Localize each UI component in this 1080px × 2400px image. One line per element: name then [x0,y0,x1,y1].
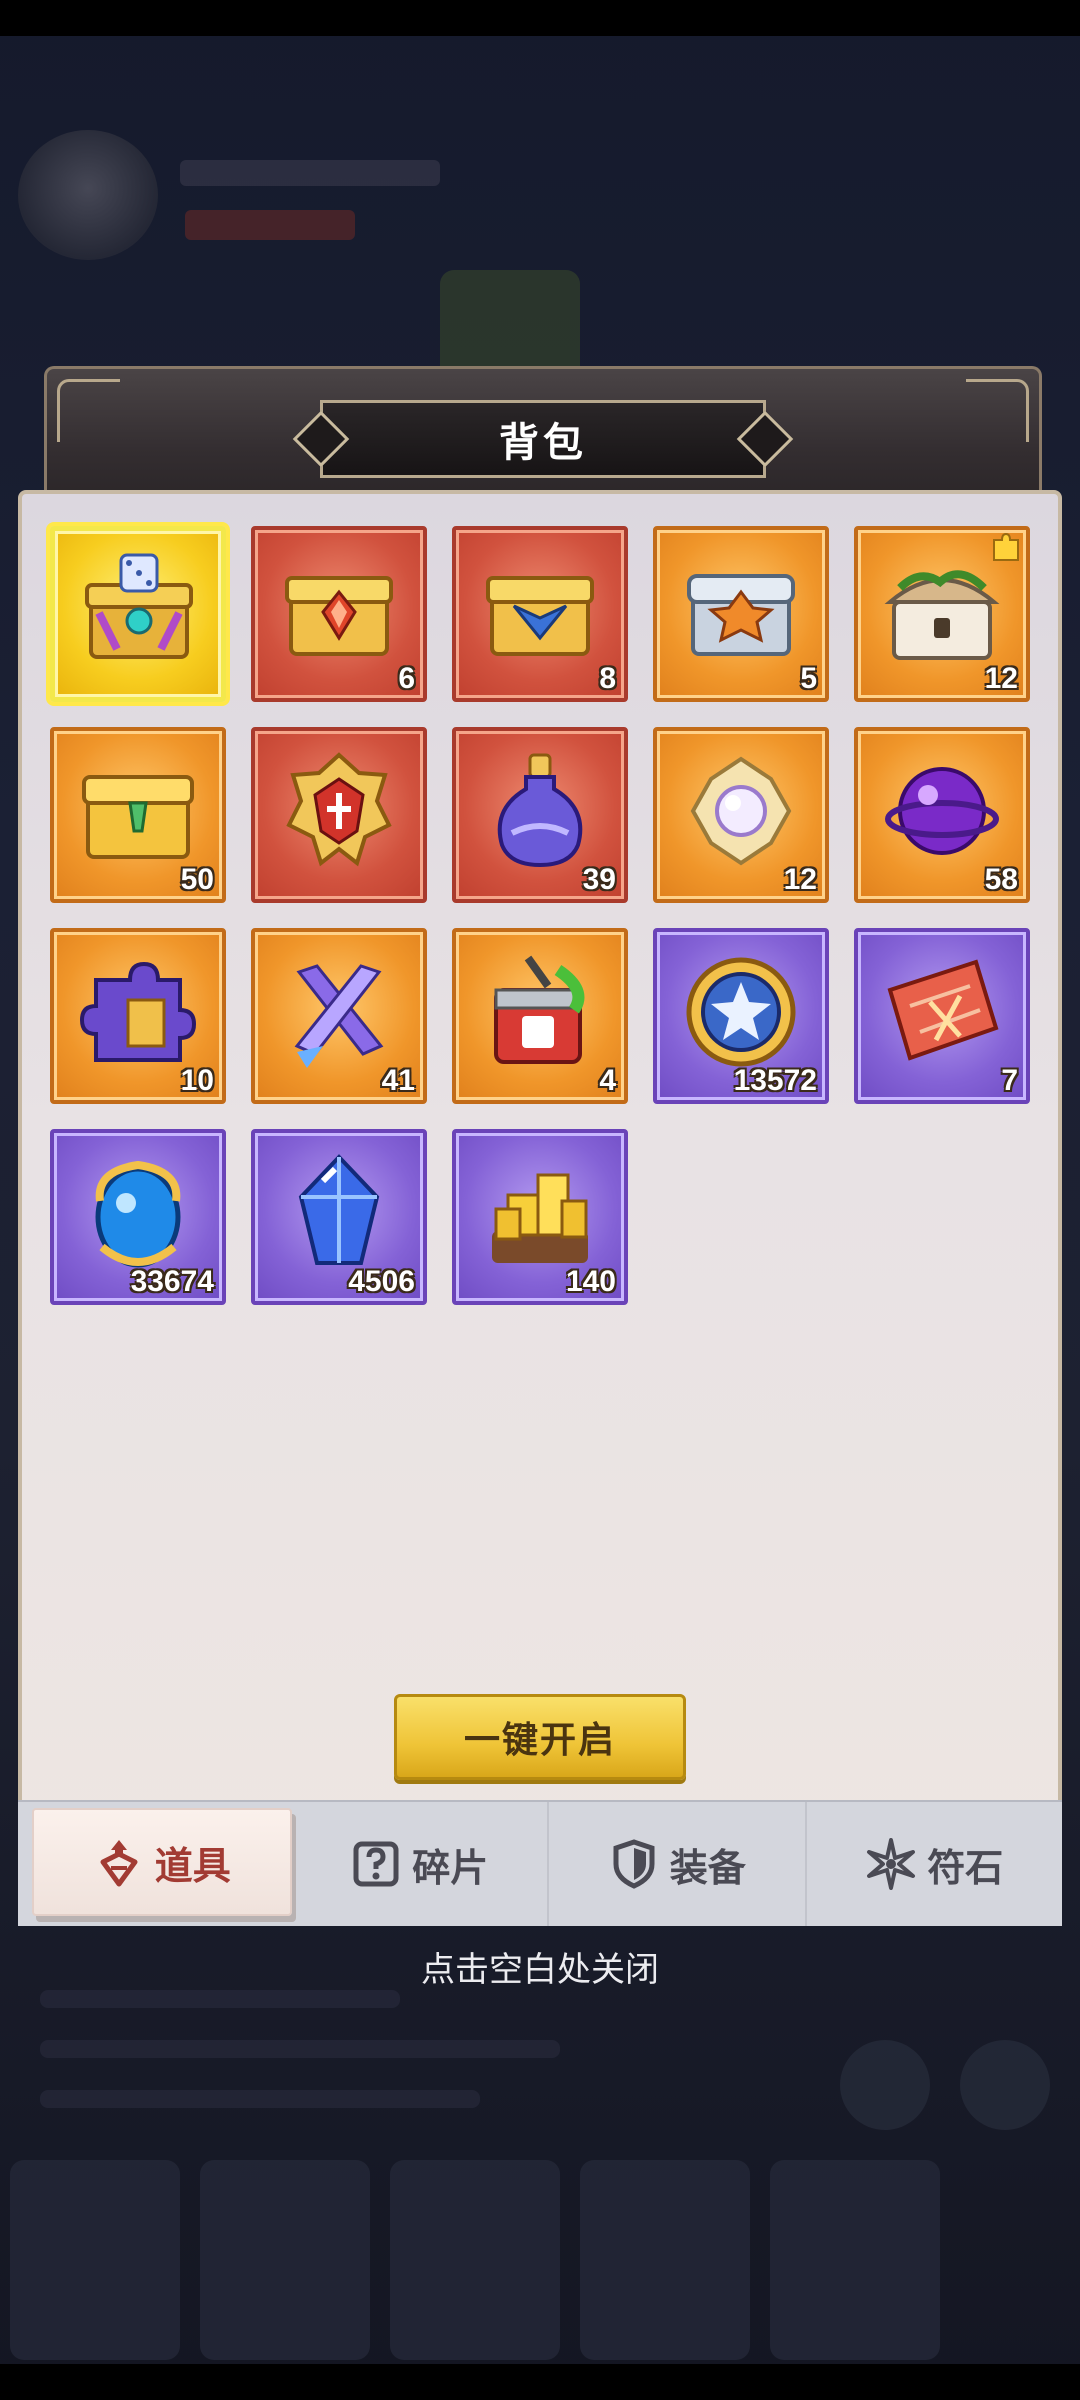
gold-bars-icon [492,1173,588,1263]
inventory-slot[interactable]: 12 [854,526,1030,702]
item-count: 39 [582,863,616,896]
inventory-slot[interactable]: 140 [452,1129,628,1305]
purple-orb-icon [885,767,999,855]
status-bar [0,0,1080,36]
inventory-slot[interactable]: 41 [251,928,427,1104]
inventory-slot[interactable]: 8 [452,526,628,702]
background-button [840,2040,930,2130]
dice-chest-icon [85,553,193,659]
background-slot [200,2160,370,2360]
inventory-slot[interactable] [46,522,230,706]
overgrown-chest-icon [884,570,1000,660]
inventory-slot[interactable]: 4 [452,928,628,1104]
background-slot [580,2160,750,2360]
blue-crystal-icon [298,1154,380,1265]
inventory-slot[interactable]: 33674 [50,1129,226,1305]
red-badge-icon [286,752,392,867]
title-plate: 背包 [292,400,794,478]
page-title: 背包 [499,420,587,466]
player-name-placeholder [180,160,440,186]
background-button [960,2040,1050,2130]
inventory-slot[interactable]: 6 [251,526,427,702]
close-hint[interactable]: 点击空白处关闭 [0,1942,1080,1991]
items-icon [100,1840,138,1887]
inventory-slot[interactable]: 5 [653,526,829,702]
rune-icon [867,1838,916,1890]
tab-label: 装备 [669,1845,746,1890]
player-avatar [18,130,158,260]
puzzle-badge-icon [993,532,1019,561]
item-count: 12 [783,863,817,896]
inventory-slot[interactable]: 39 [452,727,628,903]
background-slot [770,2160,940,2360]
fragment-icon [353,1841,399,1887]
inventory-slot[interactable]: 4506 [251,1129,427,1305]
item-count: 41 [381,1064,415,1097]
item-count: 50 [180,863,214,896]
inventory-slot[interactable]: 12 [653,727,829,903]
tab-label: 道具 [154,1843,231,1888]
category-tabs: 道具 碎片 装备 符石 [18,1800,1062,1926]
inventory-slot[interactable]: 13572 [653,928,829,1104]
inventory-slot[interactable]: 50 [50,727,226,903]
star-coin-icon [686,957,796,1067]
pearl-flower-icon [690,756,792,866]
puzzle-piece-icon [79,961,197,1062]
item-count: 33674 [130,1265,214,1298]
inventory-slot[interactable]: 58 [854,727,1030,903]
blue-egg-orb-icon [95,1160,181,1268]
background-slot [10,2160,180,2360]
food-can-icon [494,955,585,1064]
item-count: 140 [565,1265,616,1298]
red-ticket-icon [887,959,999,1061]
tab-runestones[interactable]: 符石 [807,1802,1063,1926]
item-count: 6 [398,662,415,695]
background-text [40,2090,480,2108]
player-rank-placeholder [185,210,355,240]
inventory-slot[interactable]: 7 [854,928,1030,1104]
item-count: 12 [984,662,1018,695]
item-count: 8 [599,662,616,695]
background-text [40,2040,560,2058]
silver-gem-chest-icon [687,574,795,656]
inventory-slot[interactable] [251,727,427,903]
item-count: 13572 [733,1064,817,1097]
item-count: 5 [800,662,817,695]
tab-items[interactable]: 道具 [32,1808,292,1916]
item-count: 4 [599,1064,616,1097]
open-all-button[interactable]: 一键开启 [394,1694,686,1780]
frame-ornament [966,379,1029,442]
red-gem-chest-icon [285,576,393,656]
tab-label: 符石 [927,1845,1004,1890]
tab-fragments[interactable]: 碎片 [292,1802,549,1926]
item-count: 4506 [348,1265,415,1298]
item-count: 7 [1001,1064,1018,1097]
tab-label: 碎片 [412,1845,489,1890]
background-gift-icon [440,270,580,380]
tab-equipment[interactable]: 装备 [549,1802,807,1926]
blue-gem-chest-icon [486,576,594,656]
shield-icon [613,1839,655,1889]
purple-potion-icon [497,753,583,868]
crossed-crystals-icon [294,964,384,1068]
background-text [40,1990,400,2008]
frame-ornament [57,379,120,442]
golden-chest-icon [82,775,194,859]
nav-bar [0,2364,1080,2400]
background-slot [390,2160,560,2360]
item-count: 58 [984,863,1018,896]
inventory-slot[interactable]: 10 [50,928,226,1104]
item-count: 10 [180,1064,214,1097]
